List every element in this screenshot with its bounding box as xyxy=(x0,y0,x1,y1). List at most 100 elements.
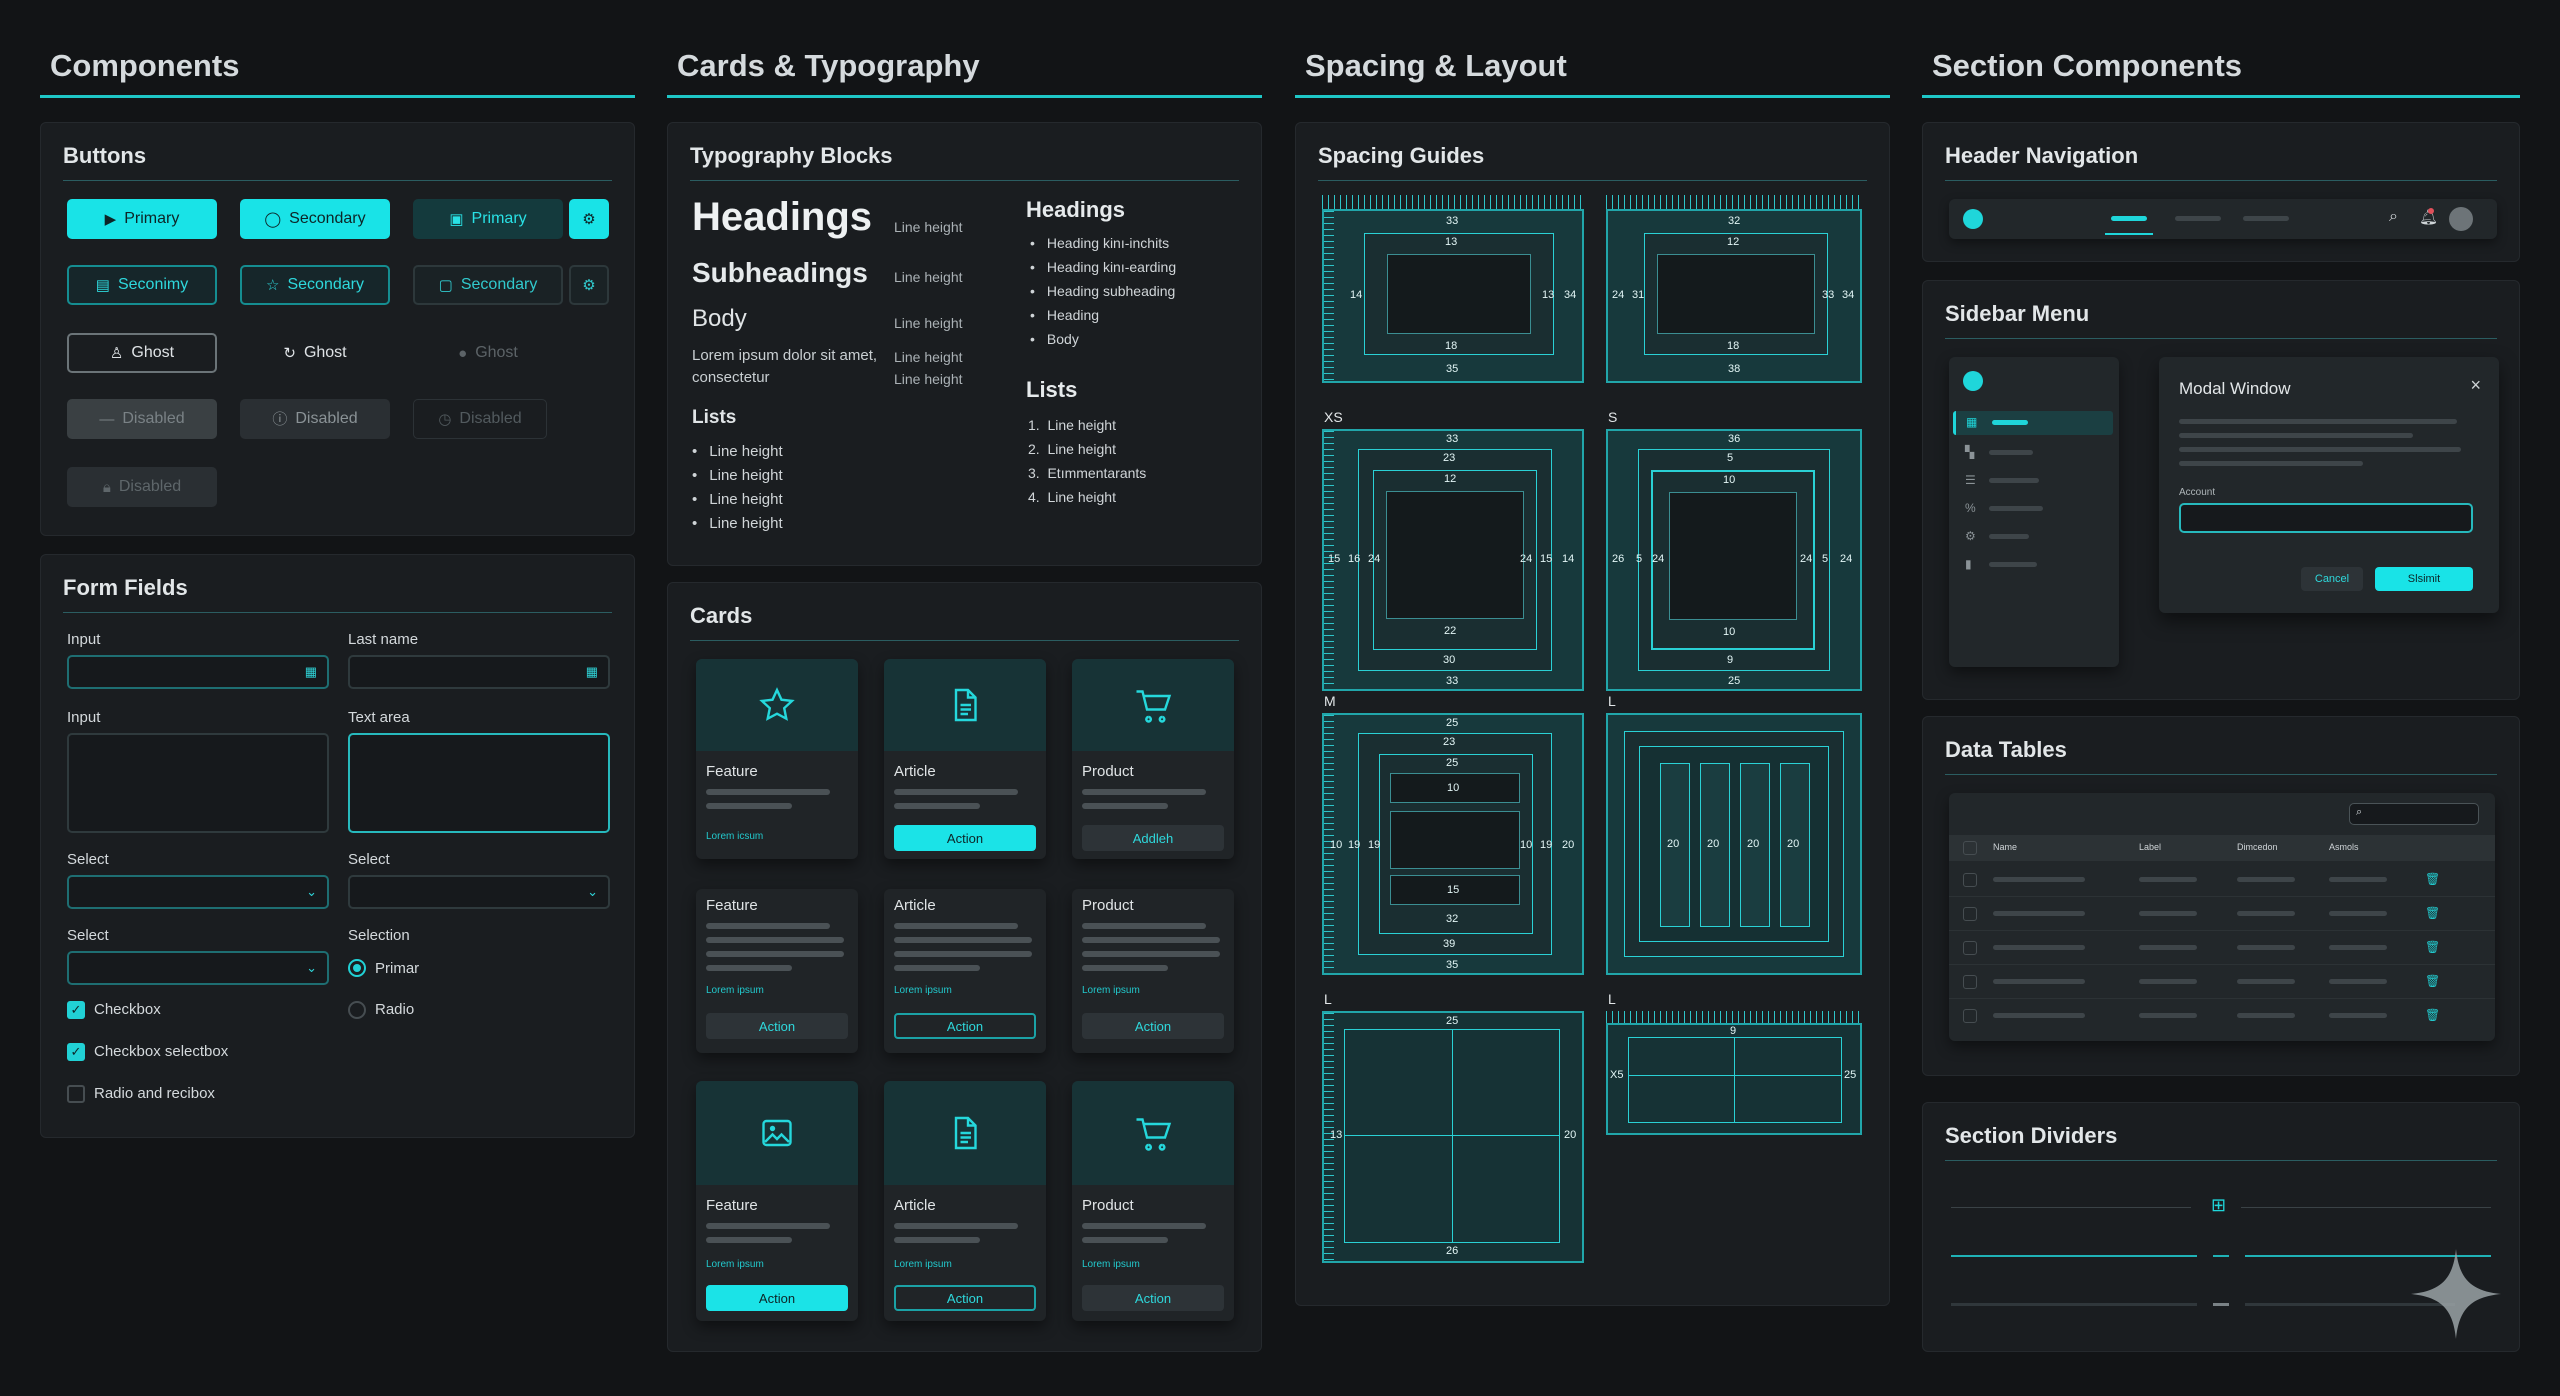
disabled-lock-button[interactable]: 🔒︎ Disabled xyxy=(67,467,217,507)
card-link[interactable]: Lorem ipsum xyxy=(706,985,764,996)
checkbox-2[interactable]: ✓ xyxy=(67,1043,85,1061)
card-link[interactable]: Lorem ipsum xyxy=(1082,1259,1140,1270)
column-header[interactable]: Name xyxy=(1993,842,2017,852)
lastname-field[interactable]: ▦ xyxy=(348,655,610,689)
textarea-field[interactable] xyxy=(348,733,610,833)
feature-card[interactable]: Feature Lorem icsum xyxy=(696,659,858,859)
delete-icon[interactable]: 🗑︎ xyxy=(2425,974,2440,988)
table-row[interactable]: 🗑︎ xyxy=(1949,931,2495,965)
card-link[interactable]: Lorem ipsum xyxy=(706,1259,764,1270)
right-lists-heading: Lists xyxy=(1026,377,1078,402)
modal-input[interactable] xyxy=(2179,503,2473,533)
card-action-button[interactable]: Action xyxy=(706,1285,848,1311)
radio-primar[interactable] xyxy=(348,959,366,977)
secondary-button[interactable]: ◯ Secondary xyxy=(240,199,390,239)
avatar[interactable] xyxy=(2449,207,2473,231)
sidebar-item-active[interactable]: ▦ xyxy=(1953,411,2113,435)
ghost-button[interactable]: ♙ Ghost xyxy=(67,333,217,373)
card-link[interactable]: Lorem ipsum xyxy=(894,1259,952,1270)
outline-settings-button[interactable]: ⚙ xyxy=(569,265,609,305)
row-checkbox[interactable] xyxy=(1963,941,1977,955)
product-card[interactable]: Product Lorem ipsum Action xyxy=(1072,889,1234,1053)
sidebar-item[interactable]: ☰ xyxy=(1953,469,2113,493)
radio-radio[interactable] xyxy=(348,1001,366,1019)
column-header[interactable]: Asmols xyxy=(2329,842,2359,852)
close-icon[interactable]: × xyxy=(2470,375,2481,396)
card-action-button[interactable]: Action xyxy=(894,1013,1036,1039)
column-title-cards-typography: Cards & Typography xyxy=(667,36,1262,98)
input2-field[interactable] xyxy=(67,733,329,833)
product-card[interactable]: Product Lorem ipsum Action xyxy=(1072,1081,1234,1321)
numbered-text: Line height xyxy=(1047,417,1116,433)
nav-item-active[interactable] xyxy=(2111,216,2147,221)
input-field[interactable]: ▦ xyxy=(67,655,329,689)
card-action-button[interactable]: Action xyxy=(894,1285,1036,1311)
settings-button[interactable]: ⚙ xyxy=(569,199,609,239)
outline-button[interactable]: ▤ Seconimy xyxy=(67,265,217,305)
delete-icon[interactable]: 🗑︎ xyxy=(2425,872,2440,886)
sidebar-logo[interactable] xyxy=(1963,371,1983,391)
outline-dark-button[interactable]: ▢ Secondary xyxy=(413,265,563,305)
spacing-box-5: 25 23 25 10 15 32 39 10 19 19 10 19 20 3… xyxy=(1322,713,1584,975)
card-action-button[interactable]: Action xyxy=(1082,1285,1224,1311)
checkbox-1[interactable]: ✓ xyxy=(67,1001,85,1019)
numbered-text: Line height xyxy=(1047,441,1116,457)
card-action-button[interactable]: Addleh xyxy=(1082,825,1224,851)
outline-star-button[interactable]: ☆ Secondary xyxy=(240,265,390,305)
divider-dash xyxy=(2213,1255,2229,1257)
select3-field[interactable]: ⌄ xyxy=(67,951,329,985)
column-header[interactable]: Dimcedon xyxy=(2237,842,2278,852)
table-row[interactable]: 🗑︎ xyxy=(1949,965,2495,999)
disabled-button[interactable]: — Disabled xyxy=(67,399,217,439)
select-all-checkbox[interactable] xyxy=(1963,841,1977,855)
table-row[interactable]: 🗑︎ xyxy=(1949,999,2495,1033)
row-checkbox[interactable] xyxy=(1963,1009,1977,1023)
search-icon[interactable]: ⌕ xyxy=(2389,208,2398,226)
disabled-outline-button[interactable]: ◷ Disabled xyxy=(413,399,547,439)
card-action-button[interactable]: Action xyxy=(1082,1013,1224,1039)
table-search-input[interactable]: ⌕ xyxy=(2349,803,2479,825)
delete-icon[interactable]: 🗑︎ xyxy=(2425,906,2440,920)
card-action-button[interactable]: Action xyxy=(706,1013,848,1039)
card-action-button[interactable]: Action xyxy=(894,825,1036,851)
row-checkbox[interactable] xyxy=(1963,873,1977,887)
sidebar-item[interactable]: ▮ xyxy=(1953,553,2113,577)
card-link[interactable]: Lorem ipsum xyxy=(1082,985,1140,996)
sidebar-item[interactable]: ⚙ xyxy=(1953,525,2113,549)
submit-button[interactable]: Slsimit xyxy=(2375,567,2473,591)
ghost-disabled-button[interactable]: ● Ghost xyxy=(413,333,563,373)
feature-card[interactable]: Feature Lorem ipsum Action xyxy=(696,1081,858,1321)
disabled-info-button[interactable]: ⓘ Disabled xyxy=(240,399,390,439)
nav-item[interactable] xyxy=(2243,216,2289,221)
delete-icon[interactable]: 🗑︎ xyxy=(2425,1008,2440,1022)
table-row[interactable]: 🗑︎ xyxy=(1949,863,2495,897)
spacing-value: 33 xyxy=(1822,289,1835,301)
card-link[interactable]: Lorem icsum xyxy=(706,831,763,842)
select2-field[interactable]: ⌄ xyxy=(348,875,610,909)
ghost-plain-button[interactable]: ↻ Ghost xyxy=(240,333,390,373)
bell-icon[interactable]: 🔔︎ xyxy=(2419,208,2438,226)
column-header[interactable]: Label xyxy=(2139,842,2161,852)
primary-button[interactable]: ▶ Primary xyxy=(67,199,217,239)
sidebar-item[interactable]: % xyxy=(1953,497,2113,521)
primary-dark-button[interactable]: ▣ Primary xyxy=(413,199,563,239)
cancel-button[interactable]: Cancel xyxy=(2301,567,2363,591)
table-row[interactable]: 🗑︎ xyxy=(1949,897,2495,931)
row-checkbox[interactable] xyxy=(1963,975,1977,989)
button-label: Primary xyxy=(471,210,527,227)
body-sample: Body xyxy=(692,305,747,332)
article-card[interactable]: Article Lorem ipsum Action xyxy=(884,1081,1046,1321)
sidebar-item[interactable]: ▚ xyxy=(1953,441,2113,465)
product-card[interactable]: Product Addleh xyxy=(1072,659,1234,859)
header-navigation-title: Header Navigation xyxy=(1945,143,2497,181)
select1-field[interactable]: ⌄ xyxy=(67,875,329,909)
article-card[interactable]: Article Lorem ipsum Action xyxy=(884,889,1046,1053)
card-link[interactable]: Lorem ipsum xyxy=(894,985,952,996)
feature-card[interactable]: Feature Lorem ipsum Action xyxy=(696,889,858,1053)
logo-dot[interactable] xyxy=(1963,209,1983,229)
article-card[interactable]: Article Action xyxy=(884,659,1046,859)
delete-icon[interactable]: 🗑︎ xyxy=(2425,940,2440,954)
checkbox-3[interactable] xyxy=(67,1085,85,1103)
row-checkbox[interactable] xyxy=(1963,907,1977,921)
nav-item[interactable] xyxy=(2175,216,2221,221)
